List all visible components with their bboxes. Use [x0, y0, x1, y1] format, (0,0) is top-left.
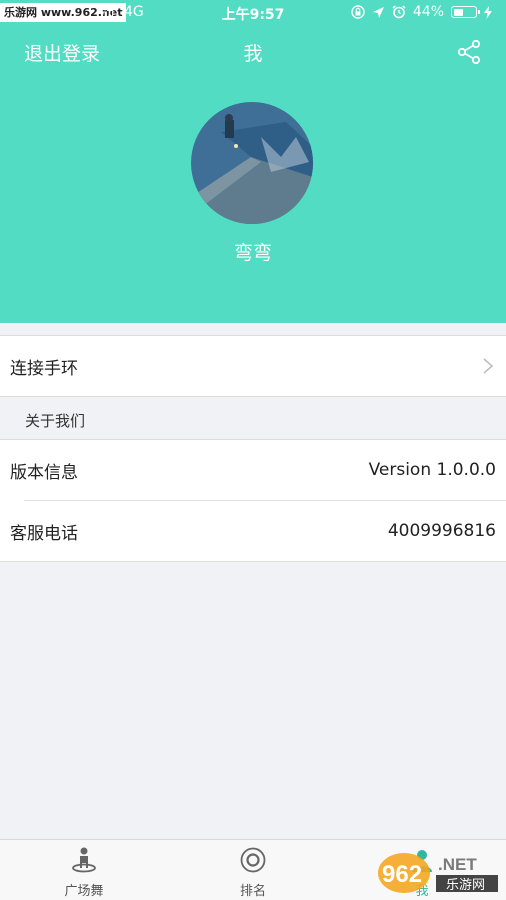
- about-group: 版本信息 Version 1.0.0.0 客服电话 4009996816: [0, 439, 506, 562]
- target-icon: [240, 847, 266, 873]
- version-row[interactable]: 版本信息 Version 1.0.0.0: [0, 440, 506, 500]
- status-right: 44%: [351, 4, 492, 20]
- tab-square-dance[interactable]: 广场舞: [0, 840, 168, 900]
- logout-button[interactable]: 退出登录: [24, 39, 100, 66]
- service-phone-label: 客服电话: [10, 523, 78, 544]
- battery-fill: [453, 8, 463, 16]
- lock-rotation-icon: [351, 5, 365, 19]
- service-phone-value: 4009996816: [387, 521, 496, 541]
- location-icon: [372, 6, 384, 18]
- tab-ranking[interactable]: 排名: [169, 840, 337, 900]
- watermark-logo: 962 .NET 乐游网: [378, 853, 498, 893]
- avatar-photo: [191, 102, 313, 224]
- username: 弯弯: [233, 242, 272, 264]
- battery-percent: 44%: [412, 4, 444, 20]
- charging-icon: [484, 5, 492, 19]
- alarm-icon: [392, 5, 406, 19]
- share-icon[interactable]: [456, 39, 482, 65]
- tab-label: 排名: [239, 884, 266, 899]
- connect-band-label: 连接手环: [10, 358, 78, 379]
- service-phone-row[interactable]: 客服电话 4009996816: [0, 501, 506, 561]
- dancer-icon: [72, 847, 96, 873]
- chevron-right-icon: [483, 358, 494, 374]
- nav-bar: 退出登录 我: [0, 25, 506, 79]
- status-bar: 乐游网 www.962.net 动 4G 上午9:57 44%: [0, 0, 506, 25]
- watermark-logo-text1: 962: [382, 861, 422, 888]
- watermark-logo-text3: 乐游网: [446, 878, 485, 893]
- tab-label: 广场舞: [64, 884, 104, 899]
- avatar[interactable]: [191, 102, 313, 224]
- about-section-header: 关于我们: [25, 412, 86, 430]
- connect-band-row[interactable]: 连接手环: [0, 336, 506, 396]
- menu-group: 连接手环: [0, 335, 506, 397]
- battery-icon: [451, 6, 480, 18]
- watermark-logo-text2: .NET: [438, 855, 477, 874]
- version-value: Version 1.0.0.0: [368, 460, 496, 480]
- version-label: 版本信息: [10, 462, 78, 483]
